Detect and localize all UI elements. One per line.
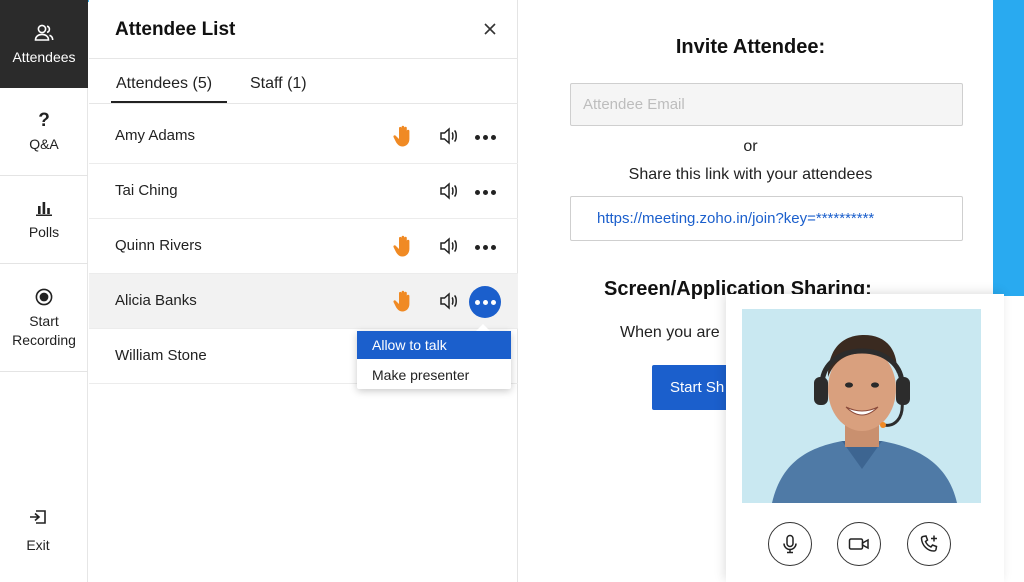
rail-item-qa[interactable]: ? Q&A bbox=[0, 88, 88, 176]
rail-item-attendees[interactable]: Attendees bbox=[0, 0, 88, 88]
video-feed bbox=[742, 309, 981, 503]
more-options-button[interactable] bbox=[469, 121, 501, 153]
attendee-name: Amy Adams bbox=[115, 127, 196, 144]
tab-staff[interactable]: Staff (1) bbox=[250, 75, 307, 93]
attendee-name: Quinn Rivers bbox=[115, 237, 202, 254]
raised-hand-icon bbox=[392, 235, 412, 262]
record-icon bbox=[35, 286, 53, 308]
left-rail: Attendees ? Q&A Polls Start Recording Ex… bbox=[0, 0, 88, 582]
speaker-icon[interactable] bbox=[439, 181, 459, 206]
more-icon bbox=[474, 299, 496, 305]
exit-button[interactable]: Exit bbox=[0, 508, 76, 553]
more-icon bbox=[474, 189, 496, 195]
phone-add-icon bbox=[920, 535, 938, 552]
more-icon bbox=[474, 244, 496, 250]
video-camera-icon bbox=[848, 538, 869, 550]
rail-label: Polls bbox=[28, 224, 60, 240]
more-icon bbox=[474, 134, 496, 140]
or-separator: or bbox=[743, 138, 758, 155]
rail-item-polls[interactable]: Polls bbox=[0, 176, 88, 264]
attendee-name: William Stone bbox=[115, 347, 207, 364]
self-video-card bbox=[726, 294, 1004, 582]
raised-hand-icon bbox=[392, 290, 412, 317]
attendee-row[interactable]: Amy Adams bbox=[89, 109, 518, 164]
active-tab-indicator bbox=[111, 101, 227, 103]
attendee-name: Alicia Banks bbox=[115, 292, 197, 309]
camera-button[interactable] bbox=[837, 522, 881, 566]
more-options-button[interactable] bbox=[469, 231, 501, 263]
question-icon: ? bbox=[38, 109, 50, 131]
more-options-button[interactable] bbox=[469, 176, 501, 208]
microphone-icon bbox=[783, 534, 797, 554]
meeting-link[interactable]: https://meeting.zoho.in/join?key=*******… bbox=[570, 196, 963, 241]
menu-item-allow-to-talk[interactable]: Allow to talk bbox=[357, 331, 511, 359]
people-icon bbox=[33, 22, 55, 44]
attendee-email-input[interactable] bbox=[570, 83, 963, 126]
attendee-row[interactable]: Quinn Rivers bbox=[89, 219, 518, 274]
rail-label: Attendees bbox=[12, 48, 76, 65]
rail-label: Q&A bbox=[29, 136, 59, 152]
exit-label: Exit bbox=[26, 537, 50, 553]
screen-sharing-text: When you are bbox=[620, 324, 720, 341]
panel-title: Attendee List bbox=[115, 19, 236, 40]
close-icon bbox=[484, 23, 496, 35]
exit-icon bbox=[29, 508, 47, 529]
attendee-row[interactable]: Alicia Banks bbox=[89, 274, 518, 329]
speaker-icon[interactable] bbox=[439, 126, 459, 151]
attendee-options-menu: Allow to talk Make presenter bbox=[357, 324, 511, 389]
menu-item-make-presenter[interactable]: Make presenter bbox=[357, 361, 511, 389]
share-link-label: Share this link with your attendees bbox=[628, 166, 873, 183]
attendee-panel: Attendee List Attendees (5) Staff (1) Am… bbox=[89, 0, 518, 582]
call-button[interactable] bbox=[907, 522, 951, 566]
bar-chart-icon bbox=[36, 197, 52, 219]
background-accent bbox=[993, 0, 1024, 296]
menu-arrow bbox=[476, 324, 490, 331]
raised-hand-icon bbox=[392, 125, 412, 152]
tab-attendees[interactable]: Attendees (5) bbox=[116, 75, 212, 93]
more-options-button[interactable] bbox=[469, 286, 501, 318]
attendee-name: Tai Ching bbox=[115, 182, 178, 199]
tab-bar: Attendees (5) Staff (1) bbox=[89, 58, 518, 104]
attendee-row[interactable]: Tai Ching bbox=[89, 164, 518, 219]
microphone-button[interactable] bbox=[768, 522, 812, 566]
invite-title: Invite Attendee: bbox=[675, 36, 826, 58]
speaker-icon[interactable] bbox=[439, 291, 459, 316]
rail-label: Start Recording bbox=[12, 312, 76, 348]
close-button[interactable] bbox=[481, 20, 499, 38]
speaker-icon[interactable] bbox=[439, 236, 459, 261]
rail-item-start-recording[interactable]: Start Recording bbox=[0, 264, 88, 372]
